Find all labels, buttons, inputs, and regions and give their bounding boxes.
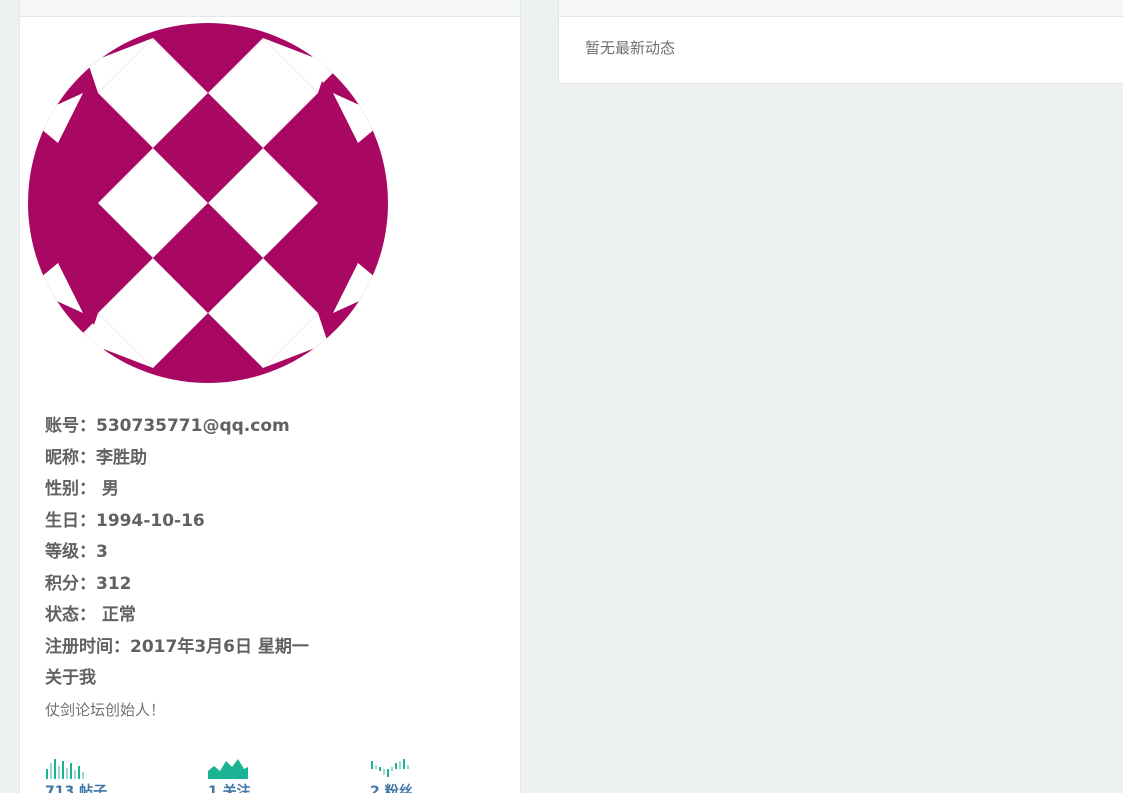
status-field: 状态： 正常: [45, 605, 136, 625]
profile-panel: 账号：530735771@qq.com 昵称：李胜助 性别： 男 生日：1994…: [19, 0, 521, 793]
posts-stat[interactable]: 713 帖子: [45, 757, 107, 793]
points-field: 积分：312: [45, 573, 132, 594]
area-chart-icon: [208, 759, 248, 779]
about-text: 仗剑论坛创始人！: [45, 700, 166, 719]
activity-panel: 暂无最新动态: [558, 0, 1123, 84]
following-stat[interactable]: 1 关注: [208, 757, 251, 793]
profile-info: 账号：530735771@qq.com 昵称：李胜助 性别： 男 生日：1994…: [45, 411, 309, 721]
registered-field: 注册时间：2017年3月6日 星期一: [45, 636, 309, 657]
identicon-avatar-image: [28, 23, 388, 383]
empty-feed-message: 暂无最新动态: [585, 39, 676, 57]
followers-count[interactable]: 2 粉丝: [370, 781, 413, 793]
following-count[interactable]: 1 关注: [208, 781, 251, 793]
posts-count[interactable]: 713 帖子: [45, 781, 107, 793]
bar-chart-icon: [46, 759, 84, 779]
about-title: 关于我: [45, 668, 96, 688]
nickname-field: 昵称：李胜助: [45, 447, 147, 468]
activity-panel-header: [559, 0, 1123, 17]
profile-panel-header: [20, 0, 520, 17]
profile-stats: 713 帖子 1 关注 2 粉丝: [45, 757, 505, 793]
followers-stat[interactable]: 2 粉丝: [370, 757, 413, 793]
avatar[interactable]: [28, 23, 388, 383]
gender-field: 性别： 男: [45, 479, 119, 499]
birthday-field: 生日：1994-10-16: [45, 510, 205, 531]
level-field: 等级：3: [45, 542, 108, 562]
sparkline-icon: [371, 759, 409, 777]
account-field: 账号：530735771@qq.com: [45, 416, 290, 436]
